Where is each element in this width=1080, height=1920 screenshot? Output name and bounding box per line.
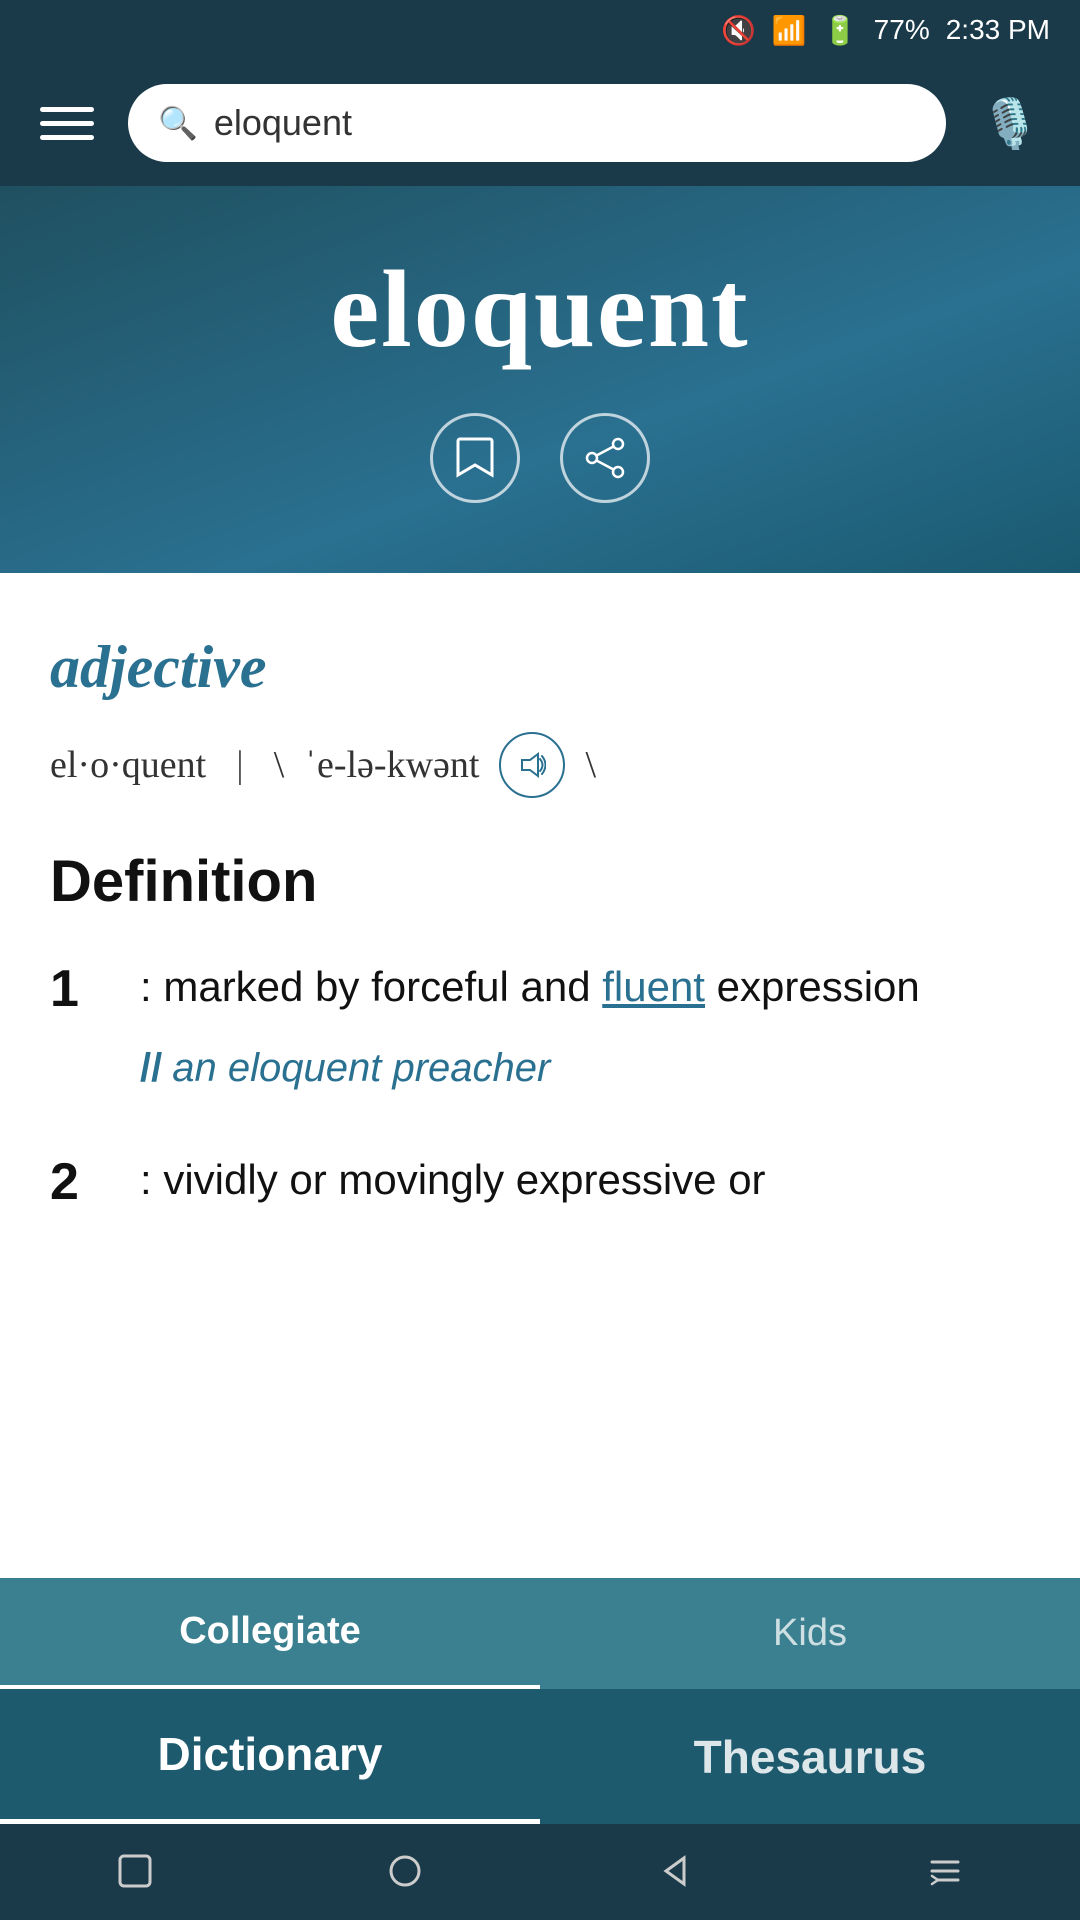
tab-dictionary[interactable]: Dictionary: [0, 1689, 540, 1824]
ipa-left-bracket: \: [274, 743, 285, 787]
battery-icon: 🔋: [823, 14, 858, 47]
recent-apps-button[interactable]: [86, 1842, 184, 1910]
triangle-icon: [656, 1852, 694, 1890]
definition-link-fluent[interactable]: fluent: [602, 963, 705, 1010]
tab-collegiate[interactable]: Collegiate: [0, 1578, 540, 1689]
word-display: eloquent: [330, 246, 749, 373]
search-bar: 🔍: [128, 84, 946, 162]
audio-button[interactable]: [499, 732, 565, 798]
android-nav-bar: [0, 1824, 1080, 1920]
circle-icon: [386, 1852, 424, 1890]
definition-text-1: : marked by forceful and fluent expressi…: [140, 955, 1030, 1018]
pronunciation-divider: |: [236, 743, 244, 787]
word-actions: [430, 413, 650, 503]
definition-colon-2: :: [140, 1156, 163, 1203]
definition-example-1: //an eloquent preacher: [140, 1038, 1030, 1098]
definition-header: Definition: [50, 848, 1030, 915]
pronunciation-row: el·o·quent | \ ˈe-lə-kwənt \: [50, 732, 1030, 798]
menu-button[interactable]: [30, 97, 104, 150]
speaker-icon: [518, 751, 546, 779]
definition-1: 1 : marked by forceful and fluent expres…: [50, 955, 1030, 1098]
definition-body-1: : marked by forceful and fluent expressi…: [140, 955, 1030, 1098]
main-tabs-row: Dictionary Thesaurus: [0, 1689, 1080, 1824]
time-display: 2:33 PM: [946, 14, 1050, 46]
example-italic-word: eloquent: [228, 1046, 381, 1090]
syllable-display: el·o·quent: [50, 743, 206, 787]
battery-percent: 77%: [874, 14, 930, 46]
bookmark-icon: [455, 436, 495, 480]
options-menu-button[interactable]: [896, 1842, 994, 1910]
tab-thesaurus[interactable]: Thesaurus: [540, 1689, 1080, 1824]
lines-icon: [926, 1852, 964, 1890]
microphone-button[interactable]: 🎙️: [970, 85, 1050, 162]
wifi-icon: 📶: [772, 14, 807, 47]
definition-number-2: 2: [50, 1152, 100, 1212]
square-icon: [116, 1852, 154, 1890]
content-area: adjective el·o·quent | \ ˈe-lə-kwənt \ D…: [0, 573, 1080, 1521]
share-button[interactable]: [560, 413, 650, 503]
top-nav: 🔍 🎙️: [0, 60, 1080, 186]
sub-tabs-row: Collegiate Kids: [0, 1578, 1080, 1689]
bookmark-button[interactable]: [430, 413, 520, 503]
part-of-speech: adjective: [50, 633, 1030, 702]
word-header: eloquent: [0, 186, 1080, 573]
menu-line-3: [40, 135, 94, 140]
share-icon: [582, 436, 628, 480]
back-button[interactable]: [626, 1842, 724, 1910]
menu-line-1: [40, 107, 94, 112]
search-icon: 🔍: [158, 104, 198, 142]
search-input[interactable]: [214, 102, 916, 144]
ipa-right-bracket: \: [585, 743, 596, 787]
ipa-text: ˈe-lə-kwənt: [304, 743, 479, 787]
mute-icon: 🔇: [721, 14, 756, 47]
tab-kids[interactable]: Kids: [540, 1578, 1080, 1689]
definition-text-2: : vividly or movingly expressive or: [140, 1148, 1030, 1211]
menu-line-2: [40, 121, 94, 126]
definition-2: 2 : vividly or movingly expressive or: [50, 1148, 1030, 1231]
definition-colon-1: :: [140, 963, 163, 1010]
definition-number-1: 1: [50, 959, 100, 1019]
example-marker-1: //: [140, 1046, 162, 1090]
home-button[interactable]: [356, 1842, 454, 1910]
status-bar: 🔇 📶 🔋 77% 2:33 PM: [0, 0, 1080, 60]
bottom-tabs-container: Collegiate Kids Dictionary Thesaurus: [0, 1578, 1080, 1920]
definition-body-2: : vividly or movingly expressive or: [140, 1148, 1030, 1231]
